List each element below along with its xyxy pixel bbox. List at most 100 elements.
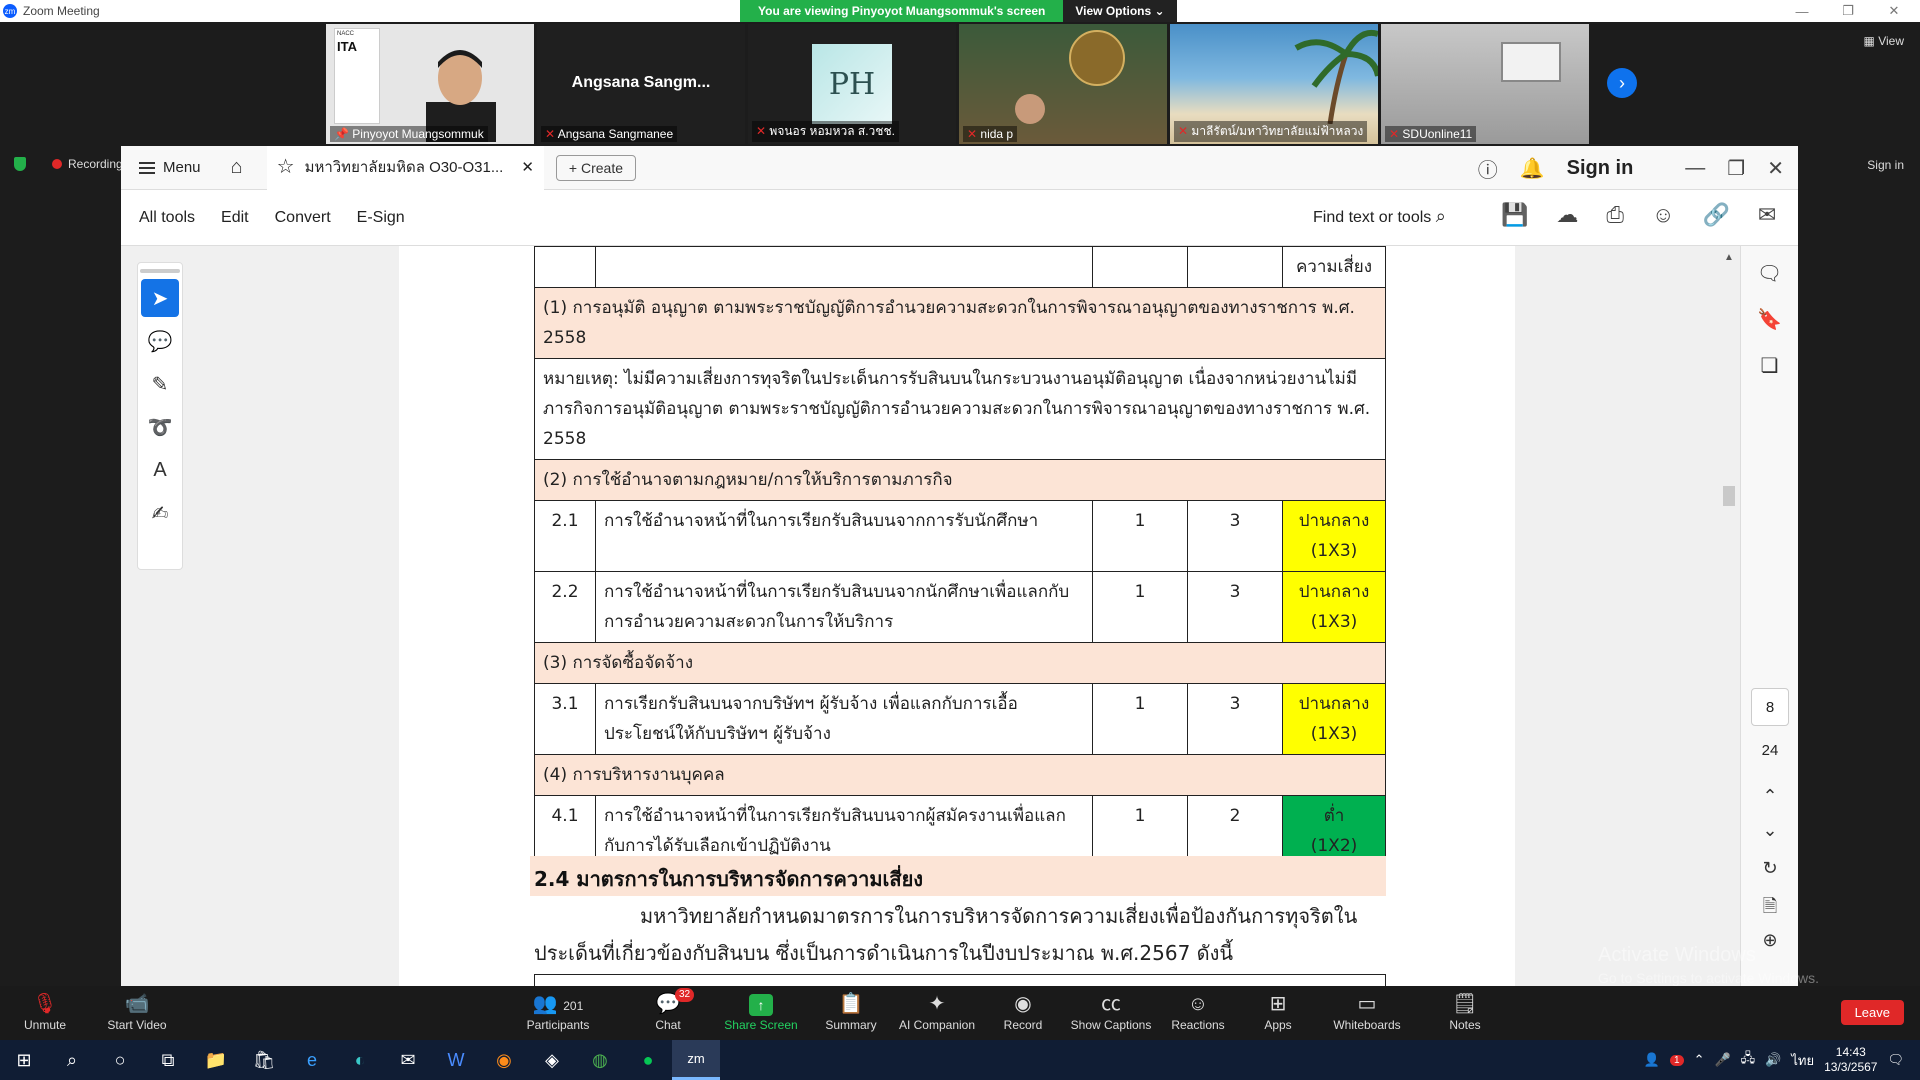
leave-button[interactable]: Leave	[1840, 1000, 1904, 1025]
palm-tree-graphic	[1294, 30, 1378, 124]
current-page-input[interactable]: 8	[1751, 688, 1789, 726]
whiteboards-button[interactable]: ▭ Whiteboards	[1322, 990, 1412, 1032]
comments-panel-icon[interactable]: 🗨	[1751, 254, 1789, 292]
close-button[interactable]: ✕	[1876, 0, 1912, 22]
document-tab[interactable]: ☆ มหาวิทยาลัยมหิดล O30-O31... ✕	[266, 145, 544, 190]
participant-tile[interactable]: ✕ SDUonline11	[1381, 24, 1589, 144]
firefox-icon[interactable]: ◉	[480, 1040, 528, 1080]
find-text-tools[interactable]: Find text or tools ⌕	[1313, 206, 1446, 227]
participant-tile[interactable]: ✕ nida p	[959, 24, 1167, 144]
microphone-icon[interactable]: 🎤	[1714, 1052, 1730, 1068]
search-icon[interactable]: ⌕	[48, 1040, 96, 1080]
rail-grab-handle[interactable]	[140, 269, 180, 273]
add-comment-icon[interactable]: 💬	[141, 322, 179, 360]
notes-button[interactable]: 🗒 Notes	[1420, 990, 1510, 1032]
signin-button[interactable]: Sign in	[1567, 157, 1634, 180]
participant-tile[interactable]: ✕ มาลีรัตน์/มหาวิทยาลัยแม่ฟ้าหลวง	[1170, 24, 1378, 144]
language-indicator[interactable]: ไทย	[1791, 1050, 1814, 1071]
all-tools-menu[interactable]: All tools	[139, 209, 195, 227]
word-icon[interactable]: W	[432, 1040, 480, 1080]
sign-pen-icon[interactable]: ✍	[141, 494, 179, 532]
poster-graphic: NACC ITA	[334, 28, 380, 124]
start-video-button[interactable]: 📹 Start Video	[92, 990, 182, 1032]
chevron-up-icon[interactable]: ⌃	[1741, 786, 1799, 807]
participants-button[interactable]: 👥 201 Participants	[513, 990, 603, 1032]
apps-button[interactable]: ⊞ Apps	[1233, 990, 1323, 1032]
chrome-icon[interactable]: ◍	[576, 1040, 624, 1080]
minimize-button[interactable]: —	[1784, 0, 1820, 22]
participant-tile[interactable]: Angsana Sangm... ✕ Angsana Sangmanee	[537, 24, 745, 144]
minimize-icon[interactable]: —	[1685, 157, 1705, 180]
highlight-pen-icon[interactable]: ✎	[141, 365, 179, 403]
bookmark-icon[interactable]: 🔖	[1751, 300, 1789, 338]
upload-cloud-icon[interactable]: ☁	[1556, 202, 1578, 228]
reactions-button[interactable]: ☺ Reactions	[1153, 990, 1243, 1032]
ie-icon[interactable]: e	[288, 1040, 336, 1080]
participant-tile[interactable]: NACC ITA 📌 Pinyoyot Muangsommuk	[326, 24, 534, 144]
close-tab-icon[interactable]: ✕	[521, 158, 534, 176]
rotate-icon[interactable]: ↻	[1741, 858, 1799, 879]
app-icon[interactable]: ◈	[528, 1040, 576, 1080]
email-icon[interactable]: ✉	[1758, 202, 1776, 228]
summary-icon: 📋	[838, 993, 864, 1015]
view-options-button[interactable]: View Options ⌄	[1063, 0, 1177, 22]
esign-menu[interactable]: E-Sign	[357, 209, 405, 227]
record-button[interactable]: ◉ Record	[978, 990, 1068, 1032]
windows-start-icon[interactable]: ⊞	[0, 1040, 48, 1080]
cortana-icon[interactable]: ○	[96, 1040, 144, 1080]
scroll-thumb[interactable]	[1723, 486, 1735, 506]
view-button[interactable]: ▦ View	[1864, 34, 1904, 48]
chevron-up-icon[interactable]: ⌃	[1694, 1052, 1705, 1068]
home-icon[interactable]: ⌂	[231, 156, 243, 179]
select-cursor-icon[interactable]: ➤	[141, 279, 179, 317]
side-signin-link[interactable]: Sign in	[1867, 158, 1904, 172]
task-view-icon[interactable]: ⧉	[144, 1040, 192, 1080]
page-extract-icon[interactable]: 🗎	[1741, 894, 1799, 924]
close-icon[interactable]: ✕	[1767, 156, 1784, 181]
recording-indicator[interactable]: Recording	[14, 157, 123, 171]
volume-icon[interactable]: 🔊	[1765, 1052, 1781, 1068]
pdf-page[interactable]: ความเสี่ยง (1) การอนุมัติ อนุญาต ตามพระร…	[399, 246, 1515, 986]
apps-icon: ⊞	[1269, 993, 1287, 1015]
chat-button[interactable]: 💬 32 Chat	[623, 988, 713, 1032]
text-select-icon[interactable]: A	[141, 451, 179, 489]
link-icon[interactable]: 🔗	[1702, 202, 1729, 228]
scroll-up-icon[interactable]: ▲	[1721, 252, 1737, 263]
people-icon[interactable]: 👤	[1644, 1052, 1660, 1068]
store-icon[interactable]: 🛍	[240, 1040, 288, 1080]
zoom-taskbar-icon[interactable]: zm	[672, 1040, 720, 1080]
menu-button[interactable]: Menu	[139, 159, 201, 176]
show-captions-button[interactable]: ㏄ Show Captions	[1066, 990, 1156, 1032]
mail-icon[interactable]: ✉	[384, 1040, 432, 1080]
restore-button[interactable]: ❐	[1830, 0, 1866, 22]
create-button[interactable]: + Create	[555, 154, 637, 181]
save-icon[interactable]: 💾	[1501, 202, 1528, 228]
ai-companion-button[interactable]: ✦ AI Companion	[892, 990, 982, 1032]
star-icon[interactable]: ☆	[277, 154, 295, 179]
bell-icon[interactable]: 🔔	[1520, 156, 1545, 181]
convert-menu[interactable]: Convert	[275, 209, 331, 227]
restore-icon[interactable]: ❐	[1727, 156, 1745, 181]
draw-lasso-icon[interactable]: ➰	[141, 408, 179, 446]
view-options-label: View Options	[1075, 4, 1152, 18]
help-icon[interactable]: ⓘ	[1478, 154, 1498, 183]
next-participants-button[interactable]: ›	[1607, 68, 1637, 98]
edge-icon[interactable]: ◐	[336, 1040, 384, 1080]
unmute-button[interactable]: 🎙 Unmute	[0, 990, 90, 1032]
file-explorer-icon[interactable]: 📁	[192, 1040, 240, 1080]
chevron-right-icon: ›	[1619, 72, 1625, 93]
chevron-down-icon: ⌄	[1154, 4, 1165, 18]
vertical-scrollbar[interactable]: ▲	[1721, 246, 1737, 986]
network-icon[interactable]: 🖧	[1741, 1049, 1756, 1071]
line-icon[interactable]: ●	[624, 1040, 672, 1080]
share-user-icon[interactable]: ☺	[1652, 202, 1674, 228]
clock[interactable]: 14:43 13/3/2567	[1824, 1045, 1877, 1075]
share-screen-button[interactable]: ↑ Share Screen	[716, 990, 806, 1032]
summary-button[interactable]: 📋 Summary	[806, 990, 896, 1032]
participant-tile[interactable]: PH ✕ พจนอร หอมหวล ส.วชช.	[748, 24, 956, 144]
print-icon[interactable]: ⎙	[1606, 202, 1624, 228]
edit-menu[interactable]: Edit	[221, 209, 249, 227]
chevron-down-icon[interactable]: ⌄	[1741, 820, 1799, 841]
action-center-icon[interactable]: 🗨	[1887, 1052, 1904, 1068]
pages-icon[interactable]: ❏	[1751, 346, 1789, 384]
